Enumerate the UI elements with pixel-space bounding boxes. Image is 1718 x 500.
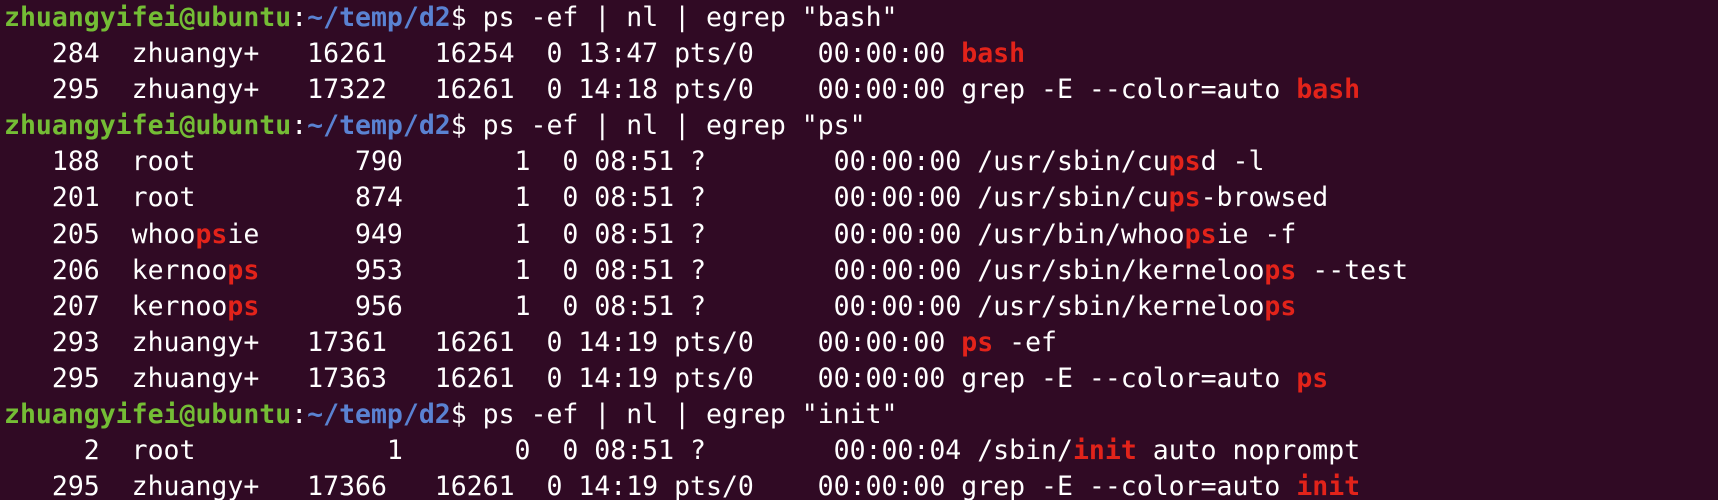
output-text: --test — [1296, 254, 1409, 286]
prompt-user-host: zhuangyifei@ubuntu — [4, 399, 292, 431]
terminal-window[interactable]: zhuangyifei@ubuntu:~/temp/d2$ ps -ef | n… — [0, 0, 1718, 500]
match-highlight: init — [1072, 435, 1137, 467]
prompt-separator: : — [291, 399, 308, 431]
output-line: 293 zhuangy+ 17361 16261 0 14:19 pts/0 0… — [4, 325, 1718, 361]
output-line: 2 root 1 0 0 08:51 ? 00:00:04 /sbin/init… — [4, 433, 1718, 469]
prompt-path: ~/temp/d2 — [307, 2, 451, 33]
match-highlight: ps — [1168, 146, 1201, 178]
output-text: ie -f — [1216, 218, 1297, 250]
prompt-user-host: zhuangyifei@ubuntu — [4, 110, 292, 142]
output-text: 295 zhuangy+ 17363 16261 0 14:19 pts/0 0… — [4, 362, 1297, 394]
match-highlight: ps — [227, 290, 260, 322]
match-highlight: ps — [1296, 362, 1329, 394]
match-highlight: ps — [195, 218, 228, 250]
prompt-separator: : — [291, 110, 308, 142]
match-highlight: ps — [1168, 182, 1201, 214]
prompt-separator: : — [291, 2, 308, 33]
command-text: $ ps -ef | nl | egrep "bash" — [450, 2, 898, 33]
output-line: 206 kernoops 953 1 0 08:51 ? 00:00:00 /u… — [4, 253, 1718, 289]
match-highlight: ps — [1264, 254, 1297, 286]
command-text: $ ps -ef | nl | egrep "init" — [450, 399, 898, 431]
match-highlight: init — [1296, 471, 1361, 500]
output-text: 201 root 874 1 0 08:51 ? 00:00:00 /usr/s… — [4, 182, 1169, 214]
output-text: auto noprompt — [1136, 435, 1361, 467]
output-text: 206 kernoo — [4, 254, 228, 286]
output-text: -browsed — [1200, 182, 1329, 214]
match-highlight: bash — [1296, 74, 1361, 106]
output-text: 295 zhuangy+ 17322 16261 0 14:18 pts/0 0… — [4, 74, 1297, 106]
prompt-line: zhuangyifei@ubuntu:~/temp/d2$ ps -ef | n… — [4, 108, 1718, 144]
output-text: 956 1 0 08:51 ? 00:00:00 /usr/sbin/kerne… — [259, 290, 1265, 322]
prompt-line: zhuangyifei@ubuntu:~/temp/d2$ ps -ef | n… — [4, 0, 1718, 36]
match-highlight: bash — [961, 38, 1026, 70]
prompt-path: ~/temp/d2 — [307, 110, 451, 142]
match-highlight: ps — [1184, 218, 1217, 250]
match-highlight: ps — [961, 326, 994, 358]
output-text: 295 zhuangy+ 17366 16261 0 14:19 pts/0 0… — [4, 471, 1297, 500]
prompt-line: zhuangyifei@ubuntu:~/temp/d2$ ps -ef | n… — [4, 397, 1718, 433]
output-text: 953 1 0 08:51 ? 00:00:00 /usr/sbin/kerne… — [259, 254, 1265, 286]
output-line: 295 zhuangy+ 17366 16261 0 14:19 pts/0 0… — [4, 469, 1718, 500]
output-line: 207 kernoops 956 1 0 08:51 ? 00:00:00 /u… — [4, 289, 1718, 325]
output-text: ie 949 1 0 08:51 ? 00:00:00 /usr/bin/who… — [227, 218, 1185, 250]
prompt-user-host: zhuangyifei@ubuntu — [4, 2, 292, 33]
command-text: $ ps -ef | nl | egrep "ps" — [450, 110, 866, 142]
output-text: 293 zhuangy+ 17361 16261 0 14:19 pts/0 0… — [4, 326, 962, 358]
output-text: 205 whoo — [4, 218, 196, 250]
output-text: d -l — [1200, 146, 1265, 178]
output-line: 295 zhuangy+ 17363 16261 0 14:19 pts/0 0… — [4, 361, 1718, 397]
output-text: 2 root 1 0 0 08:51 ? 00:00:04 /sbin/ — [4, 435, 1073, 467]
output-line: 201 root 874 1 0 08:51 ? 00:00:00 /usr/s… — [4, 180, 1718, 216]
output-line: 205 whoopsie 949 1 0 08:51 ? 00:00:00 /u… — [4, 217, 1718, 253]
prompt-path: ~/temp/d2 — [307, 399, 451, 431]
output-text: 207 kernoo — [4, 290, 228, 322]
output-line: 295 zhuangy+ 17322 16261 0 14:18 pts/0 0… — [4, 72, 1718, 108]
output-text: -ef — [993, 326, 1058, 358]
output-text: 284 zhuangy+ 16261 16254 0 13:47 pts/0 0… — [4, 38, 962, 70]
match-highlight: ps — [227, 254, 260, 286]
match-highlight: ps — [1264, 290, 1297, 322]
output-line: 188 root 790 1 0 08:51 ? 00:00:00 /usr/s… — [4, 144, 1718, 180]
output-line: 284 zhuangy+ 16261 16254 0 13:47 pts/0 0… — [4, 36, 1718, 72]
output-text: 188 root 790 1 0 08:51 ? 00:00:00 /usr/s… — [4, 146, 1169, 178]
